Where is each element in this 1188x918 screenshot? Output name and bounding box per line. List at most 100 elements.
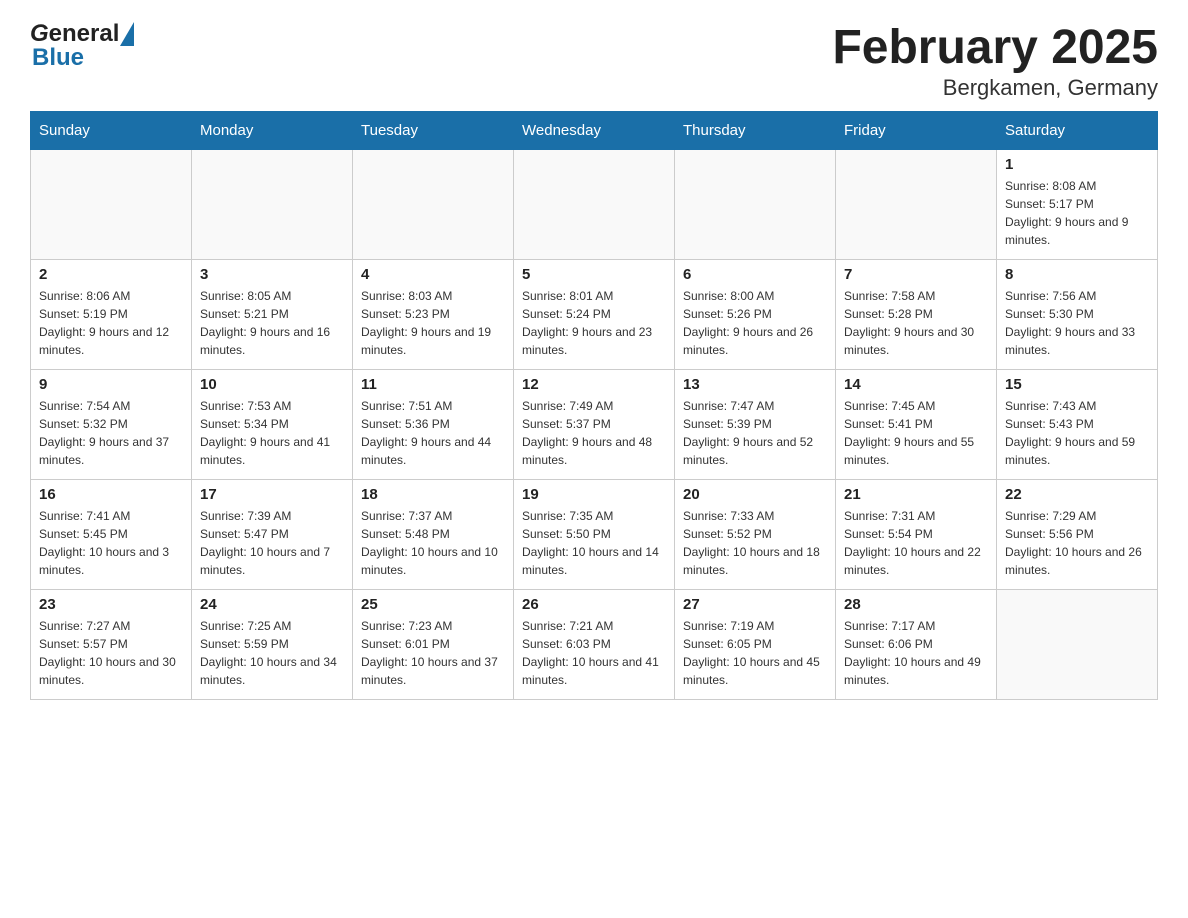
day-header-friday: Friday bbox=[836, 112, 997, 150]
calendar-cell: 20 Sunrise: 7:33 AMSunset: 5:52 PMDayligh… bbox=[675, 480, 836, 590]
day-info: Sunrise: 7:47 AMSunset: 5:39 PMDaylight:… bbox=[683, 397, 827, 469]
logo: G eneral Blue bbox=[30, 20, 134, 72]
day-number: 21 bbox=[844, 486, 988, 503]
page-subtitle: Bergkamen, Germany bbox=[832, 75, 1158, 101]
day-number: 4 bbox=[361, 266, 505, 283]
day-info: Sunrise: 7:33 AMSunset: 5:52 PMDaylight:… bbox=[683, 507, 827, 579]
calendar-header: SundayMondayTuesdayWednesdayThursdayFrid… bbox=[31, 112, 1158, 150]
day-info: Sunrise: 7:58 AMSunset: 5:28 PMDaylight:… bbox=[844, 287, 988, 359]
calendar-table: SundayMondayTuesdayWednesdayThursdayFrid… bbox=[30, 111, 1158, 700]
day-number: 18 bbox=[361, 486, 505, 503]
calendar-cell: 9 Sunrise: 7:54 AMSunset: 5:32 PMDaylight… bbox=[31, 370, 192, 480]
day-info: Sunrise: 7:39 AMSunset: 5:47 PMDaylight:… bbox=[200, 507, 344, 579]
calendar-cell: 15 Sunrise: 7:43 AMSunset: 5:43 PMDayligh… bbox=[997, 370, 1158, 480]
day-info: Sunrise: 7:43 AMSunset: 5:43 PMDaylight:… bbox=[1005, 397, 1149, 469]
day-info: Sunrise: 7:56 AMSunset: 5:30 PMDaylight:… bbox=[1005, 287, 1149, 359]
day-info: Sunrise: 8:01 AMSunset: 5:24 PMDaylight:… bbox=[522, 287, 666, 359]
calendar-cell: 7 Sunrise: 7:58 AMSunset: 5:28 PMDaylight… bbox=[836, 260, 997, 370]
day-info: Sunrise: 7:35 AMSunset: 5:50 PMDaylight:… bbox=[522, 507, 666, 579]
day-header-tuesday: Tuesday bbox=[353, 112, 514, 150]
calendar-cell: 28 Sunrise: 7:17 AMSunset: 6:06 PMDayligh… bbox=[836, 590, 997, 700]
week-row-2: 2 Sunrise: 8:06 AMSunset: 5:19 PMDaylight… bbox=[31, 260, 1158, 370]
week-row-5: 23 Sunrise: 7:27 AMSunset: 5:57 PMDayligh… bbox=[31, 590, 1158, 700]
day-number: 14 bbox=[844, 376, 988, 393]
week-row-4: 16Sunrise: 7:41 AMSunset: 5:45 PMDayligh… bbox=[31, 480, 1158, 590]
day-header-wednesday: Wednesday bbox=[514, 112, 675, 150]
day-number: 26 bbox=[522, 596, 666, 613]
day-number: 19 bbox=[522, 486, 666, 503]
calendar-cell: 19 Sunrise: 7:35 AMSunset: 5:50 PMDayligh… bbox=[514, 480, 675, 590]
calendar-cell: 6 Sunrise: 8:00 AMSunset: 5:26 PMDaylight… bbox=[675, 260, 836, 370]
day-number: 9 bbox=[39, 376, 183, 393]
calendar-cell bbox=[997, 590, 1158, 700]
day-number: 27 bbox=[683, 596, 827, 613]
day-number: 15 bbox=[1005, 376, 1149, 393]
day-info: Sunrise: 7:21 AMSunset: 6:03 PMDaylight:… bbox=[522, 617, 666, 689]
day-info: Sunrise: 8:00 AMSunset: 5:26 PMDaylight:… bbox=[683, 287, 827, 359]
day-number: 5 bbox=[522, 266, 666, 283]
day-info: Sunrise: 7:51 AMSunset: 5:36 PMDaylight:… bbox=[361, 397, 505, 469]
calendar-cell: 11 Sunrise: 7:51 AMSunset: 5:36 PMDayligh… bbox=[353, 370, 514, 480]
calendar-cell: 13 Sunrise: 7:47 AMSunset: 5:39 PMDayligh… bbox=[675, 370, 836, 480]
day-number: 20 bbox=[683, 486, 827, 503]
day-number: 16 bbox=[39, 486, 183, 503]
calendar-cell bbox=[675, 150, 836, 260]
calendar-cell: 24 Sunrise: 7:25 AMSunset: 5:59 PMDayligh… bbox=[192, 590, 353, 700]
calendar-body: 1Sunrise: 8:08 AMSunset: 5:17 PMDaylight… bbox=[31, 150, 1158, 700]
calendar-cell: 27 Sunrise: 7:19 AMSunset: 6:05 PMDayligh… bbox=[675, 590, 836, 700]
calendar-cell: 23 Sunrise: 7:27 AMSunset: 5:57 PMDayligh… bbox=[31, 590, 192, 700]
day-number: 10 bbox=[200, 376, 344, 393]
calendar-cell: 16Sunrise: 7:41 AMSunset: 5:45 PMDayligh… bbox=[31, 480, 192, 590]
calendar-cell: 14 Sunrise: 7:45 AMSunset: 5:41 PMDayligh… bbox=[836, 370, 997, 480]
day-info: Sunrise: 7:17 AMSunset: 6:06 PMDaylight:… bbox=[844, 617, 988, 689]
day-header-sunday: Sunday bbox=[31, 112, 192, 150]
calendar-cell: 17 Sunrise: 7:39 AMSunset: 5:47 PMDayligh… bbox=[192, 480, 353, 590]
day-number: 17 bbox=[200, 486, 344, 503]
day-info: Sunrise: 7:29 AMSunset: 5:56 PMDaylight:… bbox=[1005, 507, 1149, 579]
day-number: 11 bbox=[361, 376, 505, 393]
day-info: Sunrise: 7:37 AMSunset: 5:48 PMDaylight:… bbox=[361, 507, 505, 579]
day-header-thursday: Thursday bbox=[675, 112, 836, 150]
calendar-cell: 1Sunrise: 8:08 AMSunset: 5:17 PMDaylight… bbox=[997, 150, 1158, 260]
calendar-cell bbox=[514, 150, 675, 260]
day-header-saturday: Saturday bbox=[997, 112, 1158, 150]
day-info: Sunrise: 7:27 AMSunset: 5:57 PMDaylight:… bbox=[39, 617, 183, 689]
calendar-cell bbox=[836, 150, 997, 260]
day-info: Sunrise: 7:23 AMSunset: 6:01 PMDaylight:… bbox=[361, 617, 505, 689]
calendar-cell bbox=[192, 150, 353, 260]
day-number: 7 bbox=[844, 266, 988, 283]
calendar-cell: 18 Sunrise: 7:37 AMSunset: 5:48 PMDayligh… bbox=[353, 480, 514, 590]
day-info: Sunrise: 8:08 AMSunset: 5:17 PMDaylight:… bbox=[1005, 177, 1149, 249]
day-header-monday: Monday bbox=[192, 112, 353, 150]
page-header: G eneral Blue February 2025 Bergkamen, G… bbox=[30, 20, 1158, 101]
calendar-cell: 8Sunrise: 7:56 AMSunset: 5:30 PMDaylight… bbox=[997, 260, 1158, 370]
header-row: SundayMondayTuesdayWednesdayThursdayFrid… bbox=[31, 112, 1158, 150]
calendar-cell bbox=[353, 150, 514, 260]
day-number: 6 bbox=[683, 266, 827, 283]
day-info: Sunrise: 7:31 AMSunset: 5:54 PMDaylight:… bbox=[844, 507, 988, 579]
page-title: February 2025 bbox=[832, 20, 1158, 75]
day-info: Sunrise: 8:05 AMSunset: 5:21 PMDaylight:… bbox=[200, 287, 344, 359]
calendar-cell: 2 Sunrise: 8:06 AMSunset: 5:19 PMDaylight… bbox=[31, 260, 192, 370]
calendar-cell: 10Sunrise: 7:53 AMSunset: 5:34 PMDayligh… bbox=[192, 370, 353, 480]
day-number: 28 bbox=[844, 596, 988, 613]
day-number: 3 bbox=[200, 266, 344, 283]
day-number: 22 bbox=[1005, 486, 1149, 503]
day-info: Sunrise: 7:25 AMSunset: 5:59 PMDaylight:… bbox=[200, 617, 344, 689]
week-row-3: 9 Sunrise: 7:54 AMSunset: 5:32 PMDaylight… bbox=[31, 370, 1158, 480]
week-row-1: 1Sunrise: 8:08 AMSunset: 5:17 PMDaylight… bbox=[31, 150, 1158, 260]
day-info: Sunrise: 8:06 AMSunset: 5:19 PMDaylight:… bbox=[39, 287, 183, 359]
day-info: Sunrise: 7:45 AMSunset: 5:41 PMDaylight:… bbox=[844, 397, 988, 469]
day-number: 24 bbox=[200, 596, 344, 613]
calendar-cell: 4Sunrise: 8:03 AMSunset: 5:23 PMDaylight… bbox=[353, 260, 514, 370]
day-number: 2 bbox=[39, 266, 183, 283]
day-info: Sunrise: 7:19 AMSunset: 6:05 PMDaylight:… bbox=[683, 617, 827, 689]
day-number: 12 bbox=[522, 376, 666, 393]
calendar-cell: 3 Sunrise: 8:05 AMSunset: 5:21 PMDaylight… bbox=[192, 260, 353, 370]
calendar-cell: 22 Sunrise: 7:29 AMSunset: 5:56 PMDayligh… bbox=[997, 480, 1158, 590]
day-number: 13 bbox=[683, 376, 827, 393]
day-info: Sunrise: 7:54 AMSunset: 5:32 PMDaylight:… bbox=[39, 397, 183, 469]
calendar-cell: 12Sunrise: 7:49 AMSunset: 5:37 PMDayligh… bbox=[514, 370, 675, 480]
day-number: 25 bbox=[361, 596, 505, 613]
day-number: 23 bbox=[39, 596, 183, 613]
